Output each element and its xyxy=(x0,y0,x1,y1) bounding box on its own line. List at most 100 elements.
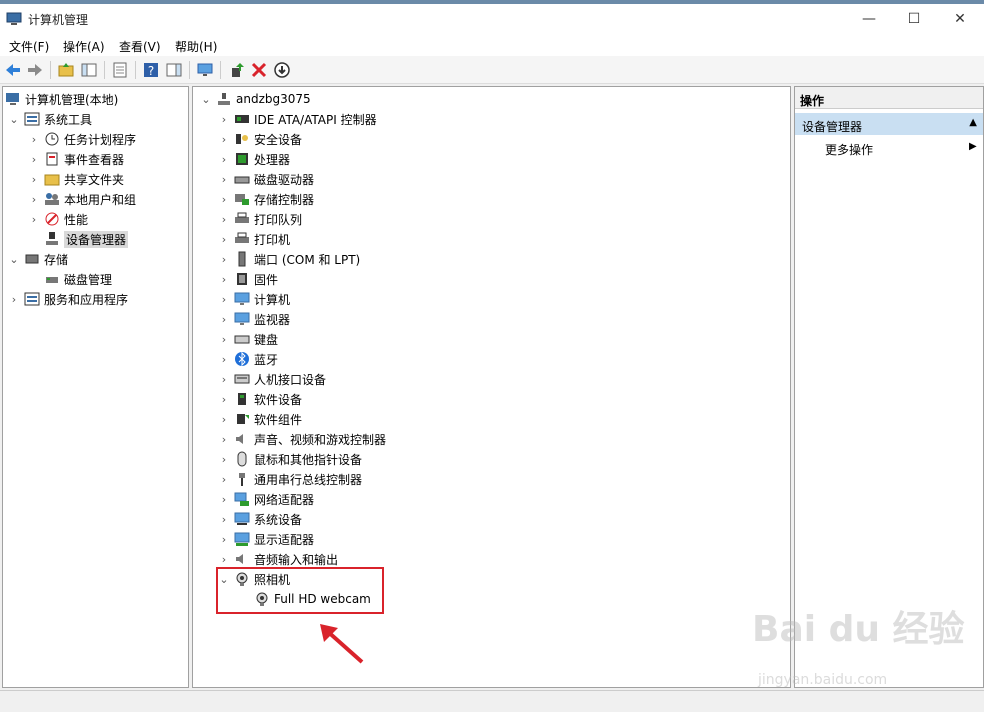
device-category[interactable]: › 监视器 xyxy=(217,309,290,329)
uninstall-icon[interactable] xyxy=(250,61,268,79)
menu-file[interactable]: 文件(F) xyxy=(9,38,49,55)
show-tree-icon[interactable] xyxy=(80,61,98,79)
tree-item[interactable]: › 性能 xyxy=(27,209,88,229)
local-users-icon xyxy=(44,191,60,207)
forward-arrow-icon[interactable] xyxy=(26,61,44,79)
device-category[interactable]: › 网络适配器 xyxy=(217,489,314,509)
chevron-right-icon[interactable]: › xyxy=(27,212,41,226)
chevron-right-icon[interactable]: › xyxy=(7,292,21,306)
chevron-right-icon[interactable]: › xyxy=(217,372,231,386)
disable-icon[interactable] xyxy=(273,61,291,79)
tree-root[interactable]: 计算机管理(本地) xyxy=(5,89,118,109)
chevron-right-icon[interactable]: › xyxy=(217,452,231,466)
chevron-right-icon[interactable] xyxy=(27,272,41,286)
tree-item[interactable]: 设备管理器 xyxy=(27,229,129,249)
chevron-right-icon[interactable]: › xyxy=(217,412,231,426)
minimize-button[interactable]: — xyxy=(846,6,892,32)
chevron-right-icon[interactable]: › xyxy=(217,272,231,286)
keyboard-icon xyxy=(234,331,250,347)
properties-icon[interactable] xyxy=(111,61,129,79)
device-category-label: 显示适配器 xyxy=(254,532,315,547)
chevron-right-icon[interactable]: › xyxy=(217,252,231,266)
chevron-right-icon[interactable] xyxy=(27,232,41,246)
chevron-right-icon[interactable]: › xyxy=(217,192,231,206)
actions-section-device-manager[interactable]: 设备管理器 ▲ xyxy=(795,113,983,135)
device-category[interactable]: › 通用串行总线控制器 xyxy=(217,469,362,489)
chevron-right-icon[interactable]: › xyxy=(217,352,231,366)
device-category[interactable]: › 端口 (COM 和 LPT) xyxy=(217,249,360,269)
toolbar-separator xyxy=(50,61,51,79)
chevron-right-icon[interactable]: › xyxy=(217,112,231,126)
menu-bar: 文件(F) 操作(A) 查看(V) 帮助(H) xyxy=(0,34,984,56)
action-pane-icon[interactable] xyxy=(165,61,183,79)
monitor-icon[interactable] xyxy=(196,61,214,79)
folder-up-icon[interactable] xyxy=(57,61,75,79)
more-actions-item[interactable]: 更多操作 xyxy=(825,141,873,158)
submenu-arrow-icon[interactable]: ▶ xyxy=(969,141,977,152)
disk-management-icon xyxy=(44,271,60,287)
chevron-right-icon[interactable]: › xyxy=(217,232,231,246)
device-category[interactable]: › 声音、视频和游戏控制器 xyxy=(217,429,386,449)
tree-item[interactable]: › 服务和应用程序 xyxy=(7,289,128,309)
tree-item[interactable]: ⌄ 系统工具 xyxy=(7,109,92,129)
device-category[interactable]: › 固件 xyxy=(217,269,278,289)
device-category[interactable]: › 存储控制器 xyxy=(217,189,314,209)
chevron-right-icon[interactable]: › xyxy=(217,332,231,346)
chevron-right-icon[interactable]: › xyxy=(217,292,231,306)
device-category[interactable]: › 磁盘驱动器 xyxy=(217,169,314,189)
close-button[interactable]: ✕ xyxy=(937,6,983,32)
chevron-right-icon[interactable]: › xyxy=(217,212,231,226)
computer-management-icon xyxy=(5,91,21,107)
chevron-right-icon[interactable]: › xyxy=(217,152,231,166)
tree-item[interactable]: › 共享文件夹 xyxy=(27,169,124,189)
device-category[interactable]: › IDE ATA/ATAPI 控制器 xyxy=(217,109,377,129)
menu-view[interactable]: 查看(V) xyxy=(119,38,161,55)
device-category[interactable]: › 软件设备 xyxy=(217,389,302,409)
device-category[interactable]: › 键盘 xyxy=(217,329,278,349)
tree-item[interactable]: ⌄ 存储 xyxy=(7,249,68,269)
device-category[interactable]: › 计算机 xyxy=(217,289,290,309)
back-arrow-icon[interactable] xyxy=(4,61,22,79)
chevron-right-icon[interactable]: › xyxy=(217,312,231,326)
device-category[interactable]: › 软件组件 xyxy=(217,409,302,429)
chevron-right-icon[interactable]: › xyxy=(217,532,231,546)
device-category[interactable]: › 鼠标和其他指针设备 xyxy=(217,449,362,469)
device-category[interactable]: › 音频输入和输出 xyxy=(217,549,338,569)
storage-icon xyxy=(24,251,40,267)
tree-item[interactable]: › 任务计划程序 xyxy=(27,129,136,149)
chevron-right-icon[interactable]: › xyxy=(217,472,231,486)
device-category[interactable]: › 打印队列 xyxy=(217,209,302,229)
device-category[interactable]: › 安全设备 xyxy=(217,129,302,149)
chevron-right-icon[interactable]: › xyxy=(217,172,231,186)
device-category[interactable]: › 处理器 xyxy=(217,149,290,169)
collapse-triangle-icon[interactable]: ▲ xyxy=(969,117,977,128)
tree-item[interactable]: › 本地用户和组 xyxy=(27,189,136,209)
device-tree-root[interactable]: ⌄ andzbg3075 xyxy=(199,89,310,109)
device-category[interactable]: › 显示适配器 xyxy=(217,529,314,549)
chevron-right-icon[interactable]: › xyxy=(217,492,231,506)
chevron-right-icon[interactable]: › xyxy=(27,192,41,206)
device-category[interactable]: › 人机接口设备 xyxy=(217,369,326,389)
chevron-down-icon[interactable]: ⌄ xyxy=(7,112,21,126)
chevron-right-icon[interactable]: › xyxy=(27,152,41,166)
tree-item[interactable]: › 事件查看器 xyxy=(27,149,124,169)
chevron-right-icon[interactable]: › xyxy=(27,132,41,146)
help-icon[interactable]: ? xyxy=(142,61,160,79)
device-category[interactable]: › 打印机 xyxy=(217,229,290,249)
chevron-right-icon[interactable]: › xyxy=(217,552,231,566)
device-category-label: IDE ATA/ATAPI 控制器 xyxy=(254,112,377,127)
maximize-button[interactable]: ☐ xyxy=(891,6,937,32)
chevron-right-icon[interactable]: › xyxy=(217,392,231,406)
chevron-down-icon[interactable]: ⌄ xyxy=(7,252,21,266)
chevron-right-icon[interactable]: › xyxy=(217,512,231,526)
chevron-right-icon[interactable]: › xyxy=(217,132,231,146)
menu-action[interactable]: 操作(A) xyxy=(63,38,105,55)
menu-help[interactable]: 帮助(H) xyxy=(175,38,217,55)
update-driver-icon[interactable] xyxy=(228,61,246,79)
device-category[interactable]: › 系统设备 xyxy=(217,509,302,529)
chevron-right-icon[interactable]: › xyxy=(217,432,231,446)
chevron-right-icon[interactable]: › xyxy=(27,172,41,186)
tree-item[interactable]: 磁盘管理 xyxy=(27,269,112,289)
device-category[interactable]: › 蓝牙 xyxy=(217,349,278,369)
chevron-down-icon[interactable]: ⌄ xyxy=(199,92,213,106)
